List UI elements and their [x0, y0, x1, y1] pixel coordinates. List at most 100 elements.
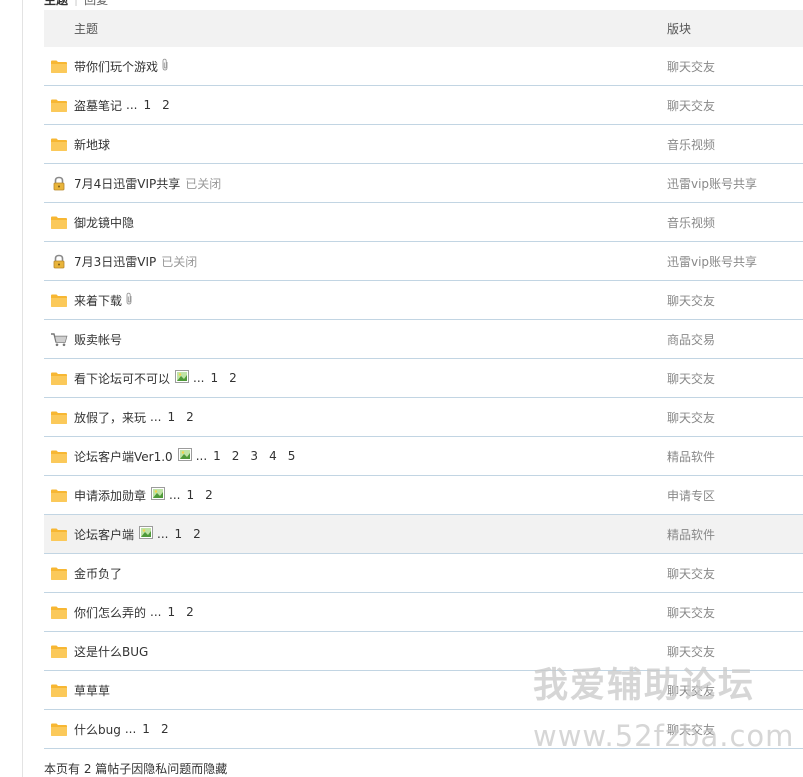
- thread-title-link[interactable]: 7月4日迅雷VIP共享: [74, 175, 180, 192]
- thread-title-link[interactable]: 草草草: [74, 682, 110, 699]
- page-link[interactable]: 2: [205, 488, 213, 502]
- board-link[interactable]: 聊天交友: [667, 682, 803, 699]
- thread-title-link[interactable]: 来着下载: [74, 292, 122, 309]
- image-attachment-icon: [177, 448, 192, 464]
- thread-title-link[interactable]: 放假了，来玩: [74, 409, 146, 426]
- page-link[interactable]: 2: [186, 410, 194, 424]
- folder-icon: [44, 605, 74, 620]
- page-link[interactable]: 1: [143, 98, 151, 112]
- thread-title-link[interactable]: 新地球: [74, 136, 110, 153]
- board-link[interactable]: 聊天交友: [667, 565, 803, 582]
- page-links: ... 1 2: [126, 98, 181, 112]
- page-link[interactable]: 2: [193, 527, 201, 541]
- lock-icon: [44, 176, 74, 191]
- thread-title-link[interactable]: 申请添加勋章: [74, 487, 146, 504]
- page: 主题 | 回复 主题 版块 带你们玩个游戏聊天交友盗墓笔记...12聊天交友新地…: [0, 0, 803, 777]
- folder-icon: [44, 215, 74, 230]
- thread-title-link[interactable]: 7月3日迅雷VIP: [74, 253, 156, 270]
- thread-title-link[interactable]: 金币负了: [74, 565, 122, 582]
- board-link[interactable]: 聊天交友: [667, 58, 803, 75]
- page-link[interactable]: 1: [167, 605, 175, 619]
- image-attachment-icon: [151, 487, 166, 503]
- board-link[interactable]: 聊天交友: [667, 292, 803, 309]
- page-link[interactable]: 1: [186, 488, 194, 502]
- topic-cell: 论坛客户端 ... 1 2: [74, 526, 667, 543]
- lock-icon: [44, 254, 74, 269]
- thread-title-link[interactable]: 什么bug: [74, 721, 121, 738]
- board-link[interactable]: 音乐视频: [667, 136, 803, 153]
- page-link[interactable]: 1: [174, 527, 182, 541]
- board-link[interactable]: 迅雷vip账号共享: [667, 253, 803, 270]
- page-ellipsis: ...: [195, 449, 208, 463]
- folder-icon: [44, 98, 74, 113]
- page-links: ... 1 2: [150, 410, 205, 424]
- table-row: 7月3日迅雷VIP 已关闭 迅雷vip账号共享: [44, 242, 803, 281]
- image-attachment-icon: [139, 526, 154, 542]
- page-link[interactable]: 2: [229, 371, 237, 385]
- tab-replies[interactable]: 回复: [84, 0, 108, 8]
- folder-icon: [44, 410, 74, 425]
- table-row: 带你们玩个游戏 聊天交友: [44, 47, 803, 86]
- board-link[interactable]: 精品软件: [667, 448, 803, 465]
- page-link[interactable]: 5: [288, 449, 296, 463]
- page-link[interactable]: 2: [162, 98, 170, 112]
- folder-icon: [44, 371, 74, 386]
- thread-title-link[interactable]: 盗墓笔记: [74, 97, 122, 114]
- hidden-posts-note: 本页有 2 篇帖子因隐私问题而隐藏: [44, 762, 228, 776]
- tab-separator: |: [74, 0, 78, 6]
- table-row: 你们怎么弄的... 1 2 聊天交友: [44, 593, 803, 632]
- page-ellipsis: ...: [169, 488, 181, 502]
- board-link[interactable]: 迅雷vip账号共享: [667, 175, 803, 192]
- topic-cell: 来着下载: [74, 292, 667, 309]
- topic-cell: 7月4日迅雷VIP共享 已关闭: [74, 175, 667, 192]
- page-link[interactable]: 4: [269, 449, 277, 463]
- board-link[interactable]: 申请专区: [667, 487, 803, 504]
- thread-title-link[interactable]: 论坛客户端Ver1.0: [74, 448, 173, 465]
- topic-cell: 御龙镜中隐: [74, 214, 667, 231]
- board-link[interactable]: 聊天交友: [667, 97, 803, 114]
- page-links: ... 1 2: [157, 527, 212, 541]
- board-link[interactable]: 聊天交友: [667, 643, 803, 660]
- closed-label: 已关闭: [161, 254, 198, 269]
- board-link[interactable]: 商品交易: [667, 331, 803, 348]
- thread-title-link[interactable]: 这是什么BUG: [74, 643, 148, 660]
- board-link[interactable]: 音乐视频: [667, 214, 803, 231]
- table-row: 7月4日迅雷VIP共享 已关闭 迅雷vip账号共享: [44, 164, 803, 203]
- page-link[interactable]: 1: [213, 449, 221, 463]
- thread-title-link[interactable]: 看下论坛可不可以: [74, 370, 170, 387]
- table-row: 论坛客户端Ver1.0... 1 2 3 4 5 精品软件: [44, 437, 803, 476]
- page-ellipsis: ...: [126, 98, 138, 112]
- board-link[interactable]: 聊天交友: [667, 370, 803, 387]
- topic-cell: 草草草: [74, 682, 667, 699]
- top-tabs: 主题 | 回复: [44, 0, 108, 8]
- page-link[interactable]: 2: [161, 722, 169, 736]
- page-links: ... 1 2 3 4 5: [196, 449, 307, 463]
- cart-icon: [44, 332, 74, 347]
- page-link[interactable]: 1: [167, 410, 175, 424]
- page-links: ... 1 2: [125, 722, 180, 736]
- board-link[interactable]: 聊天交友: [667, 409, 803, 426]
- board-link[interactable]: 聊天交友: [667, 721, 803, 738]
- page-link[interactable]: 3: [250, 449, 258, 463]
- topic-cell: 带你们玩个游戏: [74, 58, 667, 75]
- board-link[interactable]: 聊天交友: [667, 604, 803, 621]
- folder-icon: [44, 683, 74, 698]
- table-row: 贩卖帐号 商品交易: [44, 320, 803, 359]
- page-link[interactable]: 1: [142, 722, 150, 736]
- thread-title-link[interactable]: 你们怎么弄的: [74, 604, 146, 621]
- page-link[interactable]: 2: [232, 449, 240, 463]
- thread-title-link[interactable]: 御龙镜中隐: [74, 214, 134, 231]
- board-link[interactable]: 精品软件: [667, 526, 803, 543]
- thread-title-link[interactable]: 贩卖帐号: [74, 331, 122, 348]
- page-link[interactable]: 1: [210, 371, 218, 385]
- thread-title-link[interactable]: 论坛客户端: [74, 526, 134, 543]
- thread-title-link[interactable]: 带你们玩个游戏: [74, 58, 158, 75]
- tab-topics[interactable]: 主题: [44, 0, 68, 8]
- page-ellipsis: ...: [193, 371, 205, 385]
- page-link[interactable]: 2: [186, 605, 194, 619]
- topic-cell: 什么bug ... 1 2: [74, 721, 667, 738]
- folder-icon: [44, 59, 74, 74]
- folder-icon: [44, 449, 74, 464]
- topic-cell: 7月3日迅雷VIP 已关闭: [74, 253, 667, 270]
- page-ellipsis: ...: [150, 410, 162, 424]
